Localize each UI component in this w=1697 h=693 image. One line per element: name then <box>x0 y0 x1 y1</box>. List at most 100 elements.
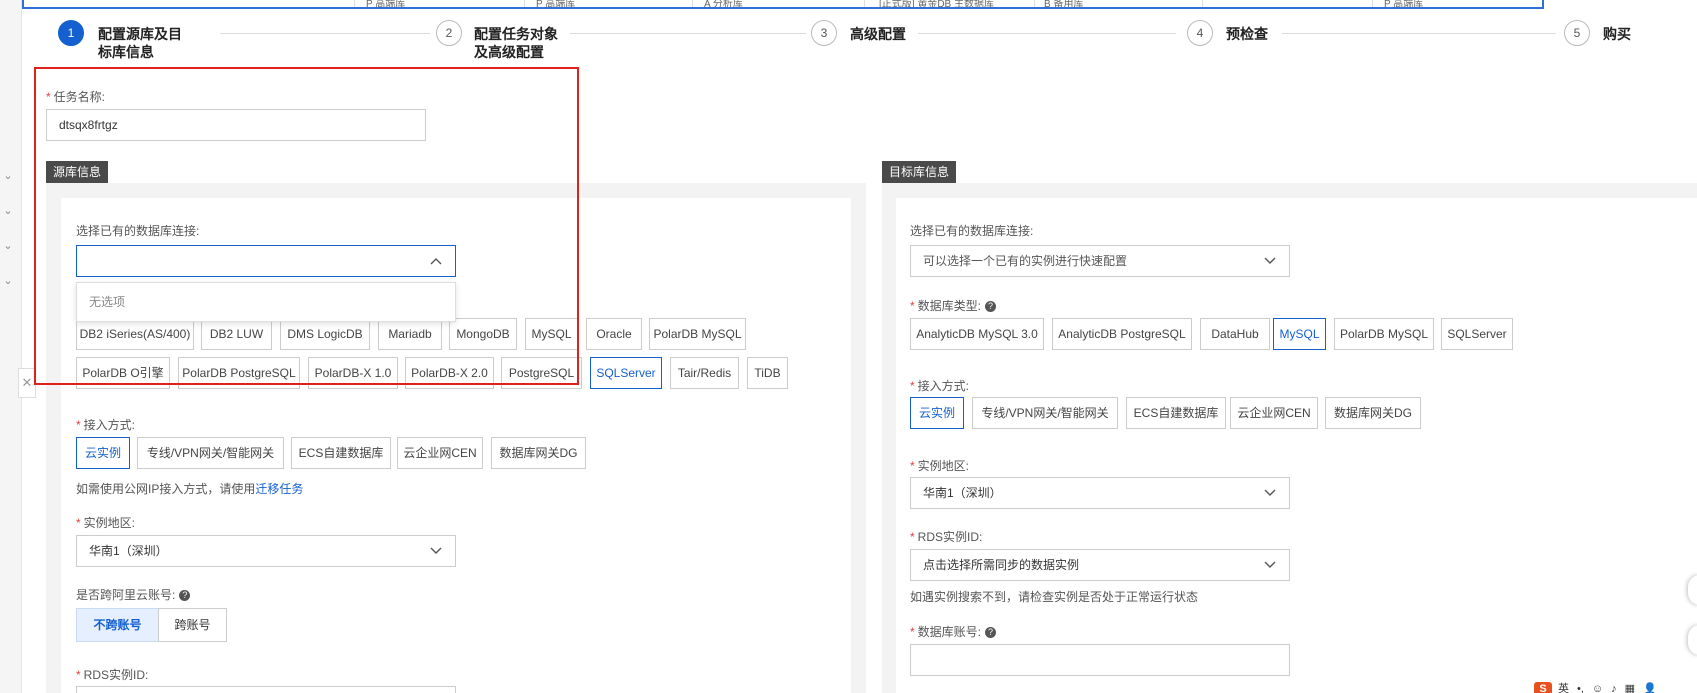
left-rail: ⌄ ⌄ ⌄ ⌄ <box>0 0 22 693</box>
target-access-option[interactable]: 数据库网关DG <box>1325 397 1421 429</box>
source-dbtype-option[interactable]: PolarDB-X 2.0 <box>405 357 494 389</box>
target-conn-select[interactable]: 可以选择一个已有的实例进行快速配置 <box>910 245 1290 277</box>
table-cell: P 高端库 <box>536 0 576 9</box>
help-icon[interactable]: ? <box>179 590 191 602</box>
chevron-down-icon[interactable]: ⌄ <box>2 240 14 252</box>
table-cell: P 高端库 <box>1384 0 1424 9</box>
source-access-label: * 接入方式: <box>76 418 136 432</box>
source-access-option[interactable]: 数据库网关DG <box>491 437 586 469</box>
target-account-input[interactable] <box>910 644 1290 676</box>
chevron-up-icon <box>430 258 442 265</box>
chevron-down-icon[interactable]: ⌄ <box>2 170 14 182</box>
step-4-label: 预检查 <box>1226 26 1268 42</box>
source-dbtype-option[interactable]: MongoDB <box>449 318 517 350</box>
migration-task-link[interactable]: 迁移任务 <box>255 482 303 496</box>
target-dbtype-option[interactable]: AnalyticDB MySQL 3.0 <box>910 318 1044 350</box>
step-3-label: 高级配置 <box>850 26 906 42</box>
target-dbtype-option[interactable]: AnalyticDB PostgreSQL <box>1052 318 1192 350</box>
source-access-option[interactable]: 云企业网CEN <box>397 437 483 469</box>
table-cell: [正式版] 黄金DB 主数据库 <box>879 0 995 9</box>
target-rds-label: * RDS实例ID: <box>910 530 983 544</box>
target-dbtype-label: * 数据库类型:? <box>910 297 997 314</box>
target-access-option-selected[interactable]: 云实例 <box>910 397 964 429</box>
cross-account-label: 是否跨阿里云账号:? <box>76 586 191 603</box>
source-dbtype-option[interactable]: Oracle <box>586 318 642 350</box>
chevron-down-icon <box>430 547 442 554</box>
step-5-circle: 5 <box>1564 20 1590 46</box>
close-icon[interactable]: ✕ <box>18 368 36 398</box>
step-1-circle: 1 <box>58 20 84 46</box>
target-conn-label: 选择已有的数据库连接: <box>910 224 1034 238</box>
chevron-down-icon <box>1264 489 1276 496</box>
ime-lang[interactable]: 英 <box>1558 683 1569 693</box>
emoji-icon[interactable]: ☺ <box>1592 683 1603 693</box>
target-rds-select[interactable]: 点击选择所需同步的数据实例 <box>910 549 1290 581</box>
target-dbtype-option[interactable]: DataHub <box>1200 318 1270 350</box>
source-section-title: 源库信息 <box>46 161 109 183</box>
source-dbtype-option[interactable]: Mariadb <box>378 318 442 350</box>
source-rds-label: * RDS实例ID: <box>76 668 149 682</box>
target-access-option[interactable]: ECS自建数据库 <box>1126 397 1226 429</box>
task-name-input[interactable]: dtsqx8frtgz <box>46 109 426 141</box>
step-5-label: 购买 <box>1603 26 1631 42</box>
source-conn-select[interactable] <box>76 245 456 277</box>
target-access-option[interactable]: 专线/VPN网关/智能网关 <box>972 397 1118 429</box>
source-conn-label: 选择已有的数据库连接: <box>76 224 200 238</box>
source-dbtype-option[interactable]: PostgreSQL <box>501 357 582 389</box>
target-access-label: * 接入方式: <box>910 379 970 393</box>
source-conn-dropdown-empty: 无选项 <box>76 282 456 322</box>
source-access-hint: 如需使用公网IP接入方式，请使用迁移任务 <box>76 482 304 496</box>
punctuation-icon[interactable]: •, <box>1577 683 1584 693</box>
source-dbtype-option[interactable]: Tair/Redis <box>670 357 739 389</box>
help-icon[interactable]: ? <box>985 301 997 313</box>
source-dbtype-option[interactable]: PolarDB MySQL <box>649 318 746 350</box>
microphone-icon[interactable]: ♪ <box>1611 683 1617 693</box>
step-4-circle: 4 <box>1187 20 1213 46</box>
source-dbtype-option[interactable]: PolarDB-X 1.0 <box>308 357 398 389</box>
source-dbtype-option[interactable]: DB2 LUW <box>201 318 272 350</box>
target-dbtype-option-selected[interactable]: MySQL <box>1273 318 1326 350</box>
cross-account-option-selected[interactable]: 不跨账号 <box>76 608 159 642</box>
top-table-remnant: P 高端库 P 高端库 A 分析库 [正式版] 黄金DB 主数据库 B 备用库 … <box>22 0 1544 9</box>
task-name-label: * 任务名称: <box>46 90 106 104</box>
table-cell: A 分析库 <box>704 0 743 9</box>
sogou-logo-icon: S <box>1534 682 1552 693</box>
user-icon[interactable]: 👤 <box>1643 683 1657 693</box>
source-rds-select[interactable] <box>76 686 456 693</box>
table-cell: B 备用库 <box>1044 0 1084 9</box>
table-cell: P 高端库 <box>366 0 406 9</box>
step-1-label: 配置源库及目 标库信息 <box>98 26 182 60</box>
target-dbtype-option[interactable]: PolarDB MySQL <box>1334 318 1434 350</box>
source-access-option[interactable]: 专线/VPN网关/智能网关 <box>137 437 284 469</box>
cross-account-option[interactable]: 跨账号 <box>158 608 227 642</box>
chevron-down-icon <box>1264 257 1276 264</box>
source-access-option[interactable]: ECS自建数据库 <box>291 437 391 469</box>
target-region-label: * 实例地区: <box>910 459 970 473</box>
source-dbtype-option[interactable]: MySQL <box>525 318 578 350</box>
source-dbtype-option[interactable]: TiDB <box>747 357 788 389</box>
source-dbtype-option-selected[interactable]: SQLServer <box>590 357 662 389</box>
target-rds-hint: 如遇实例搜索不到，请检查实例是否处于正常运行状态 <box>910 590 1199 604</box>
source-dbtype-option[interactable]: DMS LogicDB <box>280 318 370 350</box>
step-3-circle: 3 <box>811 20 837 46</box>
source-access-option-selected[interactable]: 云实例 <box>76 437 130 469</box>
step-2-label: 配置任务对象 及高级配置 <box>474 26 558 60</box>
target-section-title: 目标库信息 <box>882 161 957 183</box>
chevron-down-icon <box>1264 561 1276 568</box>
source-region-label: * 实例地区: <box>76 516 136 530</box>
target-dbtype-option[interactable]: SQLServer <box>1441 318 1513 350</box>
keyboard-icon[interactable]: ▦ <box>1625 683 1635 693</box>
step-progress: 1 配置源库及目 标库信息 2 配置任务对象 及高级配置 3 高级配置 4 预检查 … <box>0 14 1697 64</box>
source-dbtype-option[interactable]: PolarDB O引擎 <box>76 357 170 389</box>
target-region-select[interactable]: 华南1（深圳） <box>910 477 1290 509</box>
source-dbtype-option[interactable]: DB2 iSeries(AS/400) <box>76 318 194 350</box>
chevron-down-icon[interactable]: ⌄ <box>2 275 14 287</box>
chevron-down-icon[interactable]: ⌄ <box>2 205 14 217</box>
source-dbtype-option[interactable]: PolarDB PostgreSQL <box>178 357 300 389</box>
target-account-label: * 数据库账号:? <box>910 623 997 640</box>
help-icon[interactable]: ? <box>985 627 997 639</box>
ime-toolbar[interactable]: S 英 •, ☺ ♪ ▦ 👤 <box>1534 680 1665 693</box>
source-region-select[interactable]: 华南1（深圳） <box>76 535 456 567</box>
step-2-circle: 2 <box>436 20 462 46</box>
target-access-option[interactable]: 云企业网CEN <box>1230 397 1318 429</box>
